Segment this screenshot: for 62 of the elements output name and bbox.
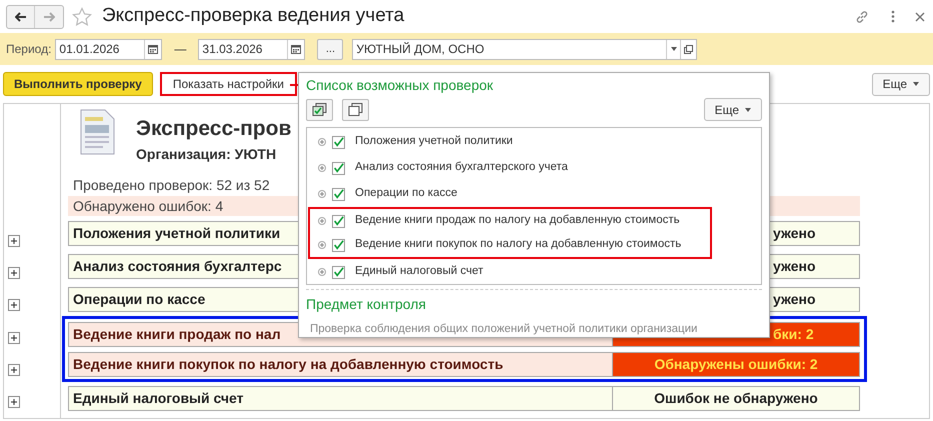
panel-title: Список возможных проверок bbox=[306, 76, 494, 95]
section-title: Единый налоговый счет bbox=[69, 387, 612, 410]
checked-stack-icon bbox=[312, 102, 327, 116]
check-all-button[interactable] bbox=[306, 98, 333, 120]
show-settings-button[interactable]: Показать настройки bbox=[160, 72, 297, 96]
checkmark-icon bbox=[333, 162, 344, 174]
dropdown-caret-icon bbox=[745, 108, 751, 112]
date-from-field[interactable]: 01.01.2026 bbox=[55, 38, 162, 60]
expand-icon[interactable] bbox=[8, 235, 20, 248]
calendar-icon bbox=[291, 44, 302, 54]
document-icon bbox=[78, 108, 116, 156]
checkmark-icon bbox=[333, 239, 344, 251]
calendar-icon bbox=[148, 44, 158, 54]
star-icon[interactable] bbox=[72, 6, 92, 26]
expand-icon[interactable] bbox=[8, 396, 20, 408]
checkbox[interactable] bbox=[332, 238, 345, 252]
expand-icon[interactable] bbox=[8, 299, 20, 312]
checkbox[interactable] bbox=[332, 188, 345, 200]
check-item[interactable]: Положения учетной политики bbox=[308, 129, 712, 155]
forward-arrow-icon bbox=[43, 12, 55, 22]
more-vertical-icon[interactable] bbox=[891, 10, 895, 23]
run-check-button[interactable]: Выполнить проверку bbox=[3, 72, 153, 96]
window-title: Экспресс-проверка ведения учета bbox=[102, 4, 404, 28]
stack-icon bbox=[348, 102, 363, 116]
expand-icon[interactable] bbox=[8, 332, 20, 344]
panel-more-button[interactable]: Еще bbox=[704, 98, 762, 121]
period-label: Период: bbox=[6, 41, 52, 58]
checkmark-icon bbox=[333, 188, 344, 200]
expand-icon[interactable] bbox=[8, 364, 20, 376]
section-title: Ведение книги покупок по налогу на добавленную стоимость bbox=[69, 352, 612, 376]
checkbox[interactable] bbox=[332, 266, 345, 278]
checkmark-icon bbox=[333, 215, 344, 227]
section-result: Обнаружены ошибки: 2 bbox=[612, 352, 859, 376]
more-button[interactable]: Еще bbox=[872, 72, 930, 96]
report-title: Экспресс-пров bbox=[136, 116, 292, 142]
organization-field[interactable]: УЮТНЫЙ ДОМ, ОСНО bbox=[352, 38, 698, 60]
dropdown-caret-icon bbox=[913, 82, 919, 86]
ellipsis-button[interactable]: ... bbox=[317, 38, 344, 60]
close-icon[interactable] bbox=[915, 12, 925, 22]
check-item[interactable]: Ведение книги продаж по налогу на добавленную стоимость bbox=[308, 207, 712, 233]
dropdown-caret-icon bbox=[670, 47, 677, 51]
check-item[interactable]: Ведение книги покупок по налогу на добавленную стоимость bbox=[308, 233, 712, 259]
checkbox[interactable] bbox=[332, 162, 345, 174]
open-icon bbox=[684, 44, 694, 54]
check-item[interactable]: Анализ состояния бухгалтерского учета bbox=[308, 155, 712, 181]
subject-heading: Предмет контроля bbox=[306, 295, 427, 314]
check-item-label: Положения учетной политики bbox=[355, 134, 513, 150]
checkbox[interactable] bbox=[332, 214, 345, 228]
checkmark-icon bbox=[333, 136, 344, 148]
date-separator: — bbox=[174, 41, 186, 58]
date-to-field[interactable]: 31.03.2026 bbox=[198, 38, 306, 60]
check-item-label: Анализ состояния бухгалтерского учета bbox=[355, 160, 568, 176]
checkmark-icon bbox=[333, 266, 344, 278]
checkbox[interactable] bbox=[332, 136, 345, 148]
back-arrow-icon bbox=[14, 12, 26, 22]
checks-count-text: Проведено проверок: 52 из 52 bbox=[72, 176, 270, 195]
check-item-label: Единый налоговый счет bbox=[355, 264, 484, 280]
link-icon[interactable] bbox=[855, 10, 869, 24]
section-result: Ошибок не обнаружено bbox=[612, 387, 859, 410]
uncheck-all-button[interactable] bbox=[342, 98, 369, 120]
expand-icon[interactable] bbox=[8, 267, 20, 280]
report-organization: Организация: УЮТН bbox=[136, 145, 278, 164]
